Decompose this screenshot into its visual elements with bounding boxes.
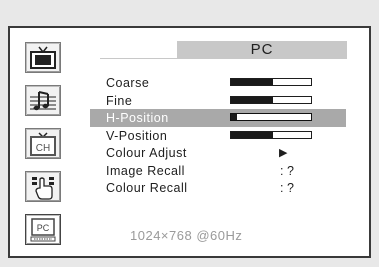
menu-item-colour-adjust[interactable]: Colour Adjust ▶ [90, 144, 346, 162]
category-sidebar: CH PC [12, 30, 84, 254]
menu-item-label: Coarse [106, 76, 150, 90]
setup-icon [29, 174, 57, 200]
submenu-arrow-icon: ▶ [279, 147, 288, 159]
menu-item-colour-recall[interactable]: Colour Recall : ? [90, 179, 346, 197]
picture-icon [29, 46, 57, 70]
level-bar[interactable] [230, 113, 312, 121]
level-bar-fill [231, 79, 273, 85]
level-bar-fill [231, 114, 237, 120]
sound-icon [29, 89, 57, 113]
sidebar-item-setup[interactable] [25, 171, 61, 202]
pc-icon: PC [29, 217, 57, 243]
sidebar-item-picture[interactable] [25, 42, 61, 73]
menu-header: PC [177, 41, 347, 59]
menu-item-value: : ? [280, 181, 294, 195]
pc-icon-label: PC [37, 223, 50, 233]
menu-item-value: : ? [280, 163, 294, 178]
sidebar-item-sound[interactable] [25, 85, 61, 116]
menu-item-label: Colour Recall [106, 181, 188, 195]
level-bar-fill [231, 96, 273, 103]
menu-item-label: Fine [106, 93, 133, 108]
level-bar-fill [231, 131, 273, 138]
osd-menu-window: CH PC PC Coarse Fine H-Position V-Positi… [8, 26, 371, 258]
menu-item-h-position[interactable]: H-Position [90, 109, 346, 127]
menu-item-fine[interactable]: Fine [90, 92, 346, 110]
menu-item-coarse[interactable]: Coarse [90, 74, 346, 92]
channel-icon-label: CH [36, 143, 50, 154]
menu-item-label: Colour Adjust [106, 146, 187, 160]
page-title: PC [250, 41, 274, 58]
menu-item-label: H-Position [106, 111, 169, 125]
header-divider [100, 58, 347, 59]
menu-item-v-position[interactable]: V-Position [90, 127, 346, 145]
level-bar[interactable] [230, 95, 312, 104]
channel-icon: CH [29, 131, 57, 156]
sidebar-item-pc[interactable]: PC [25, 214, 61, 245]
level-bar[interactable] [230, 78, 312, 86]
menu-item-image-recall[interactable]: Image Recall : ? [90, 162, 346, 180]
menu-item-label: V-Position [106, 128, 168, 143]
resolution-status: 1024×768 @60Hz [130, 228, 243, 243]
level-bar[interactable] [230, 130, 312, 139]
menu-item-label: Image Recall [106, 163, 185, 178]
sidebar-item-channel[interactable]: CH [25, 128, 61, 159]
